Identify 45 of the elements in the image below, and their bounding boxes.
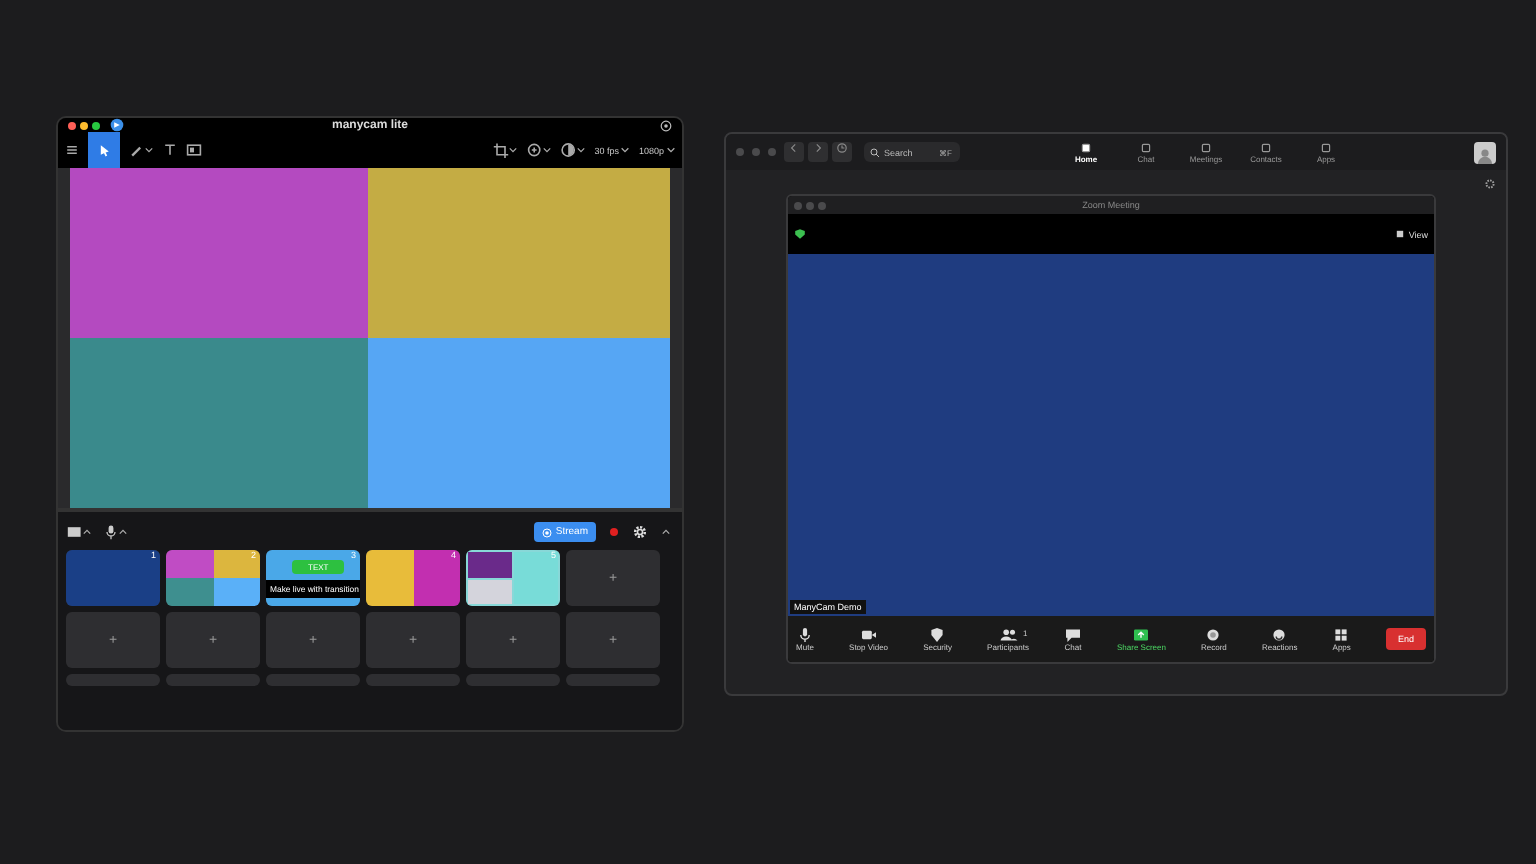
microphone-icon[interactable] — [102, 524, 128, 540]
help-icon[interactable] — [660, 119, 672, 131]
shield-icon — [794, 228, 806, 240]
smiley-icon — [1270, 627, 1289, 641]
video-source-icon[interactable] — [66, 524, 92, 540]
settings-icon[interactable] — [1484, 178, 1496, 190]
collapse-icon[interactable] — [658, 524, 674, 540]
history-button[interactable] — [832, 142, 852, 162]
share-arrow-icon — [1132, 627, 1151, 641]
chat-bubble-icon — [1063, 627, 1082, 641]
app-logo-icon — [110, 118, 124, 132]
menu-icon[interactable] — [64, 142, 80, 158]
broadcast-icon — [541, 527, 552, 537]
record-icon — [1204, 627, 1223, 641]
crop-icon[interactable] — [492, 142, 519, 158]
maximize-button[interactable] — [92, 121, 100, 129]
tab-icon — [1260, 141, 1272, 153]
zoom-in-icon[interactable] — [526, 142, 553, 158]
chevron-right-icon — [812, 142, 824, 154]
chevron-down-icon[interactable] — [666, 146, 676, 154]
pen-icon[interactable] — [128, 142, 154, 158]
select-tool-button[interactable] — [88, 132, 120, 168]
record-icon[interactable] — [606, 524, 622, 540]
avatar[interactable] — [1474, 141, 1496, 163]
search-icon — [870, 147, 880, 157]
microphone-icon — [796, 627, 814, 641]
tab-icon — [1140, 141, 1152, 153]
back-button[interactable] — [784, 142, 804, 162]
clock-icon — [836, 142, 848, 154]
chevron-down-icon[interactable] — [620, 146, 631, 154]
pointer-icon — [96, 142, 112, 158]
minimize-button[interactable] — [80, 121, 88, 129]
text-tool-icon[interactable] — [162, 142, 178, 158]
close-button[interactable] — [68, 121, 76, 129]
tab-icon — [1200, 141, 1212, 153]
apps-grid-icon — [1332, 627, 1351, 641]
shield-icon — [928, 627, 947, 641]
effects-icon[interactable] — [560, 142, 587, 158]
camera-icon — [859, 627, 878, 641]
forward-button[interactable] — [808, 142, 828, 162]
tab-icon — [1320, 141, 1332, 153]
image-icon[interactable] — [186, 142, 202, 158]
tab-icon — [1080, 141, 1092, 153]
chevron-left-icon — [788, 142, 800, 154]
people-icon — [999, 627, 1017, 641]
